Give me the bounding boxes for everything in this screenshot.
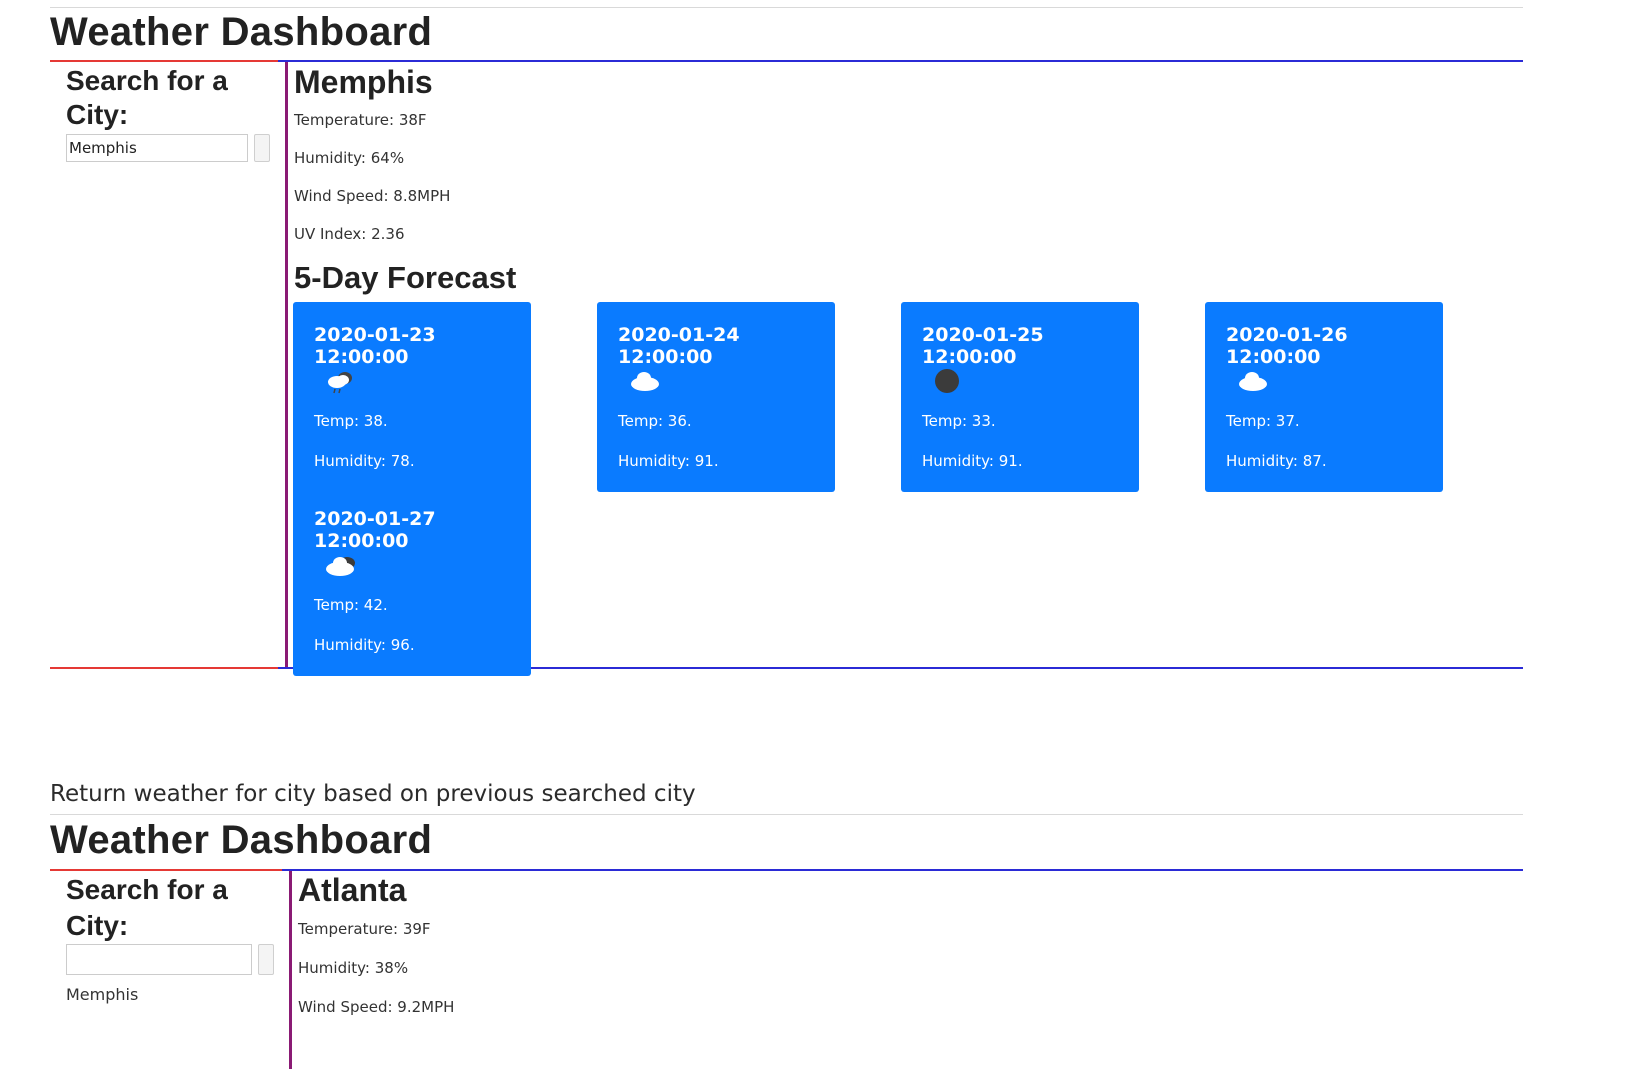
cloud-icon: [1239, 372, 1267, 391]
forecast-date: 2020-01-26 12:00:00: [1226, 324, 1348, 368]
forecast-humidity: Humidity: 91.: [922, 452, 1023, 470]
current-city-name: Atlanta: [298, 872, 407, 908]
forecast-date: 2020-01-25 12:00:00: [922, 324, 1044, 368]
page-title: Weather Dashboard: [50, 10, 433, 54]
search-button[interactable]: [258, 944, 274, 975]
current-wind-speed: Wind Speed: 8.8MPH: [294, 187, 451, 205]
forecast-temp: Temp: 42.: [314, 596, 388, 614]
broken-clouds-icon: [326, 557, 355, 576]
dashboard-panel: Search for a City: Memphis Temperature: …: [50, 60, 1523, 676]
current-humidity: Humidity: 64%: [294, 149, 405, 167]
search-sidebar: Search for a City: Memphis: [50, 869, 292, 1069]
current-temperature: Temperature: 38F: [294, 111, 427, 129]
search-button[interactable]: [254, 134, 270, 162]
forecast-date: 2020-01-24 12:00:00: [618, 324, 740, 368]
forecast-date: 2020-01-23 12:00:00: [314, 324, 436, 368]
current-uv-index: UV Index: 2.36: [294, 225, 405, 243]
page-title: Weather Dashboard: [50, 818, 433, 862]
overcast-dot-icon: [935, 369, 959, 393]
forecast-card: 2020-01-24 12:00:00 Temp: 36. Humidity: …: [597, 302, 835, 492]
forecast-card: 2020-01-26 12:00:00 Temp: 37. Humidity: …: [1205, 302, 1443, 492]
dashboard-panel: Search for a City: Memphis Atlanta Tempe…: [50, 869, 1523, 1069]
forecast-temp: Temp: 33.: [922, 412, 996, 430]
forecast-temp: Temp: 37.: [1226, 412, 1300, 430]
search-history-item[interactable]: Memphis: [66, 985, 138, 1004]
search-sidebar: Search for a City:: [50, 60, 288, 669]
forecast-card: 2020-01-23 12:00:00 Temp: 38. Humidity: …: [293, 302, 531, 492]
forecast-temp: Temp: 38.: [314, 412, 388, 430]
rain-cloud-icon: [328, 372, 352, 394]
forecast-card: 2020-01-27 12:00:00 Temp: 42. Humidity: …: [293, 486, 531, 676]
caption-divider: [50, 814, 1523, 815]
top-divider: [50, 7, 1523, 8]
weather-main: Atlanta Temperature: 39F Humidity: 38% W…: [282, 869, 1523, 1069]
forecast-humidity: Humidity: 91.: [618, 452, 719, 470]
search-heading-line2: City:: [66, 910, 129, 941]
cloud-icon: [631, 372, 659, 391]
current-city-name: Memphis: [294, 64, 433, 100]
search-heading: Search for a City:: [66, 64, 228, 132]
current-humidity: Humidity: 38%: [298, 959, 409, 977]
search-heading-line1: Search for a: [66, 65, 228, 96]
current-wind-speed: Wind Speed: 9.2MPH: [298, 998, 455, 1016]
city-search-input[interactable]: [66, 134, 248, 162]
search-heading: Search for a City:: [66, 872, 228, 944]
current-temperature: Temperature: 39F: [298, 920, 431, 938]
forecast-humidity: Humidity: 87.: [1226, 452, 1327, 470]
forecast-date: 2020-01-27 12:00:00: [314, 508, 436, 552]
forecast-heading: 5-Day Forecast: [294, 260, 517, 295]
section-caption: Return weather for city based on previou…: [50, 781, 696, 807]
city-search-input[interactable]: [66, 944, 252, 975]
search-heading-line2: City:: [66, 99, 129, 130]
forecast-card: 2020-01-25 12:00:00 Temp: 33. Humidity: …: [901, 302, 1139, 492]
search-heading-line1: Search for a: [66, 874, 228, 905]
weather-main: Memphis Temperature: 38F Humidity: 64% W…: [278, 60, 1523, 676]
forecast-humidity: Humidity: 78.: [314, 452, 415, 470]
forecast-temp: Temp: 36.: [618, 412, 692, 430]
forecast-humidity: Humidity: 96.: [314, 636, 415, 654]
